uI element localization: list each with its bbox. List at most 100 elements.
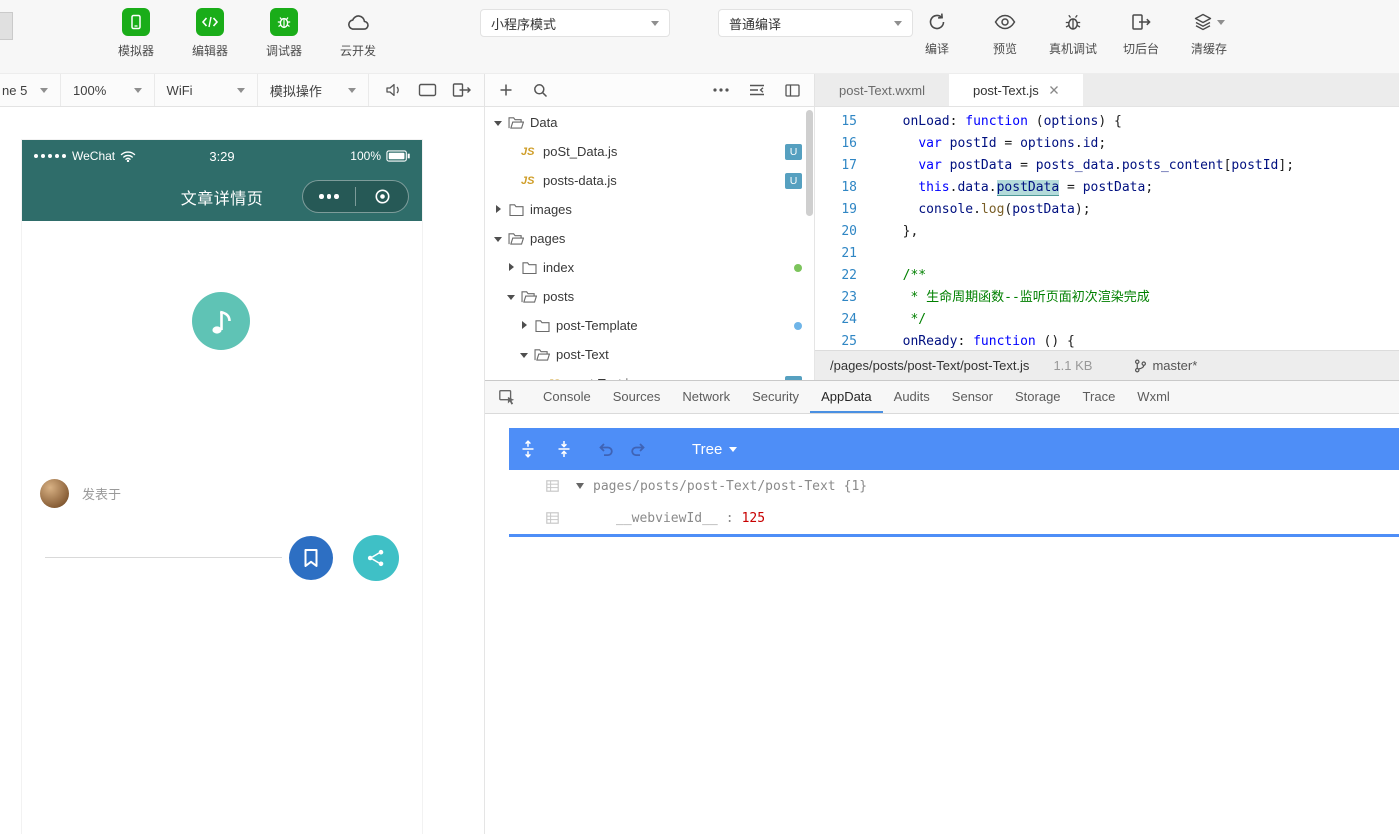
more-icon[interactable] bbox=[713, 88, 729, 92]
expand-arrow-icon[interactable] bbox=[504, 289, 519, 304]
chevron-down-icon bbox=[729, 446, 738, 452]
zoom-select[interactable]: 100% bbox=[61, 74, 155, 106]
compile-button[interactable]: 编译 bbox=[913, 10, 961, 57]
chevron-down-icon bbox=[133, 87, 142, 93]
js-file-icon: JS bbox=[521, 174, 535, 187]
screen-icon[interactable] bbox=[418, 82, 437, 98]
expand-arrow-icon[interactable] bbox=[576, 483, 584, 489]
tree-item-label: images bbox=[530, 202, 572, 217]
search-icon[interactable] bbox=[533, 83, 548, 98]
code-line: * 生命周期函数--监听页面初次渲染完成 bbox=[887, 290, 1150, 305]
secondary-toolbar: ne 5 100% WiFi 模拟操作 post-Text.wxml post-… bbox=[0, 73, 1399, 107]
device-select-value: ne 5 bbox=[2, 82, 28, 98]
capsule-menu bbox=[302, 180, 409, 213]
tab-label: post-Text.js bbox=[972, 82, 1039, 98]
devtools-tab-security[interactable]: Security bbox=[741, 381, 810, 413]
devtools-tab-sources[interactable]: Sources bbox=[602, 381, 672, 413]
device-bar: ne 5 100% WiFi 模拟操作 bbox=[0, 74, 485, 106]
tree-item[interactable]: JS posts-data.js U bbox=[485, 166, 814, 195]
expand-arrow-icon[interactable] bbox=[517, 318, 532, 333]
expand-arrow-icon[interactable] bbox=[517, 347, 532, 362]
collapse-all-arrows-icon[interactable] bbox=[557, 440, 571, 458]
git-branch-indicator[interactable]: master* bbox=[1134, 358, 1197, 373]
tree-item-label: posts-data.js bbox=[543, 173, 617, 188]
tree-item[interactable]: posts bbox=[485, 282, 814, 311]
phone-status-bar: WeChat 3:29 100% bbox=[22, 140, 422, 172]
appdata-toolbar: Tree bbox=[509, 428, 1399, 470]
appdata-root-row[interactable]: pages/posts/post-Text/post-Text {1} bbox=[509, 470, 1399, 502]
expand-arrow-icon[interactable] bbox=[491, 202, 506, 217]
collapse-all-icon[interactable] bbox=[749, 83, 765, 97]
tree-item-label: poSt_Data.js bbox=[543, 144, 618, 159]
clear-cache-button[interactable]: 清缓存 bbox=[1185, 10, 1233, 57]
devtools-tab-sensor[interactable]: Sensor bbox=[941, 381, 1004, 413]
simulator-phone-icon bbox=[122, 8, 150, 36]
devtools-tab-storage[interactable]: Storage bbox=[1004, 381, 1072, 413]
new-file-plus-icon[interactable] bbox=[499, 83, 513, 97]
expand-arrow-icon[interactable] bbox=[504, 260, 519, 275]
remote-debug-button[interactable]: 真机调试 bbox=[1049, 10, 1097, 57]
share-button[interactable] bbox=[353, 535, 399, 581]
inspect-element-icon[interactable] bbox=[498, 388, 516, 406]
tree-item[interactable]: pages bbox=[485, 224, 814, 253]
preview-label: 预览 bbox=[992, 42, 1017, 56]
cloud-dev-button[interactable]: 云开发 bbox=[330, 8, 386, 59]
undo-icon[interactable] bbox=[597, 441, 615, 457]
compile-mode-select[interactable]: 普通编译 bbox=[718, 9, 913, 37]
tab-post-text-wxml[interactable]: post-Text.wxml bbox=[815, 74, 949, 106]
simulate-action-value: 模拟操作 bbox=[269, 83, 322, 99]
code-area[interactable]: 15 16 17 18 19 20 21 22 23 24 25 onLoad: function … bbox=[815, 107, 1399, 350]
tree-item[interactable]: post-Template bbox=[485, 311, 814, 340]
view-mode-select[interactable]: Tree bbox=[692, 441, 738, 458]
preview-button[interactable]: 预览 bbox=[981, 10, 1029, 57]
bug-icon bbox=[270, 8, 298, 36]
undock-window-icon[interactable] bbox=[452, 82, 472, 98]
layers-icon bbox=[1193, 10, 1226, 34]
device-select[interactable]: ne 5 bbox=[0, 74, 62, 106]
mode-select[interactable]: 小程序模式 bbox=[480, 9, 670, 37]
tree-item[interactable]: images bbox=[485, 195, 814, 224]
tree-item[interactable]: JS poSt_Data.js U bbox=[485, 137, 814, 166]
editor-toggle-button[interactable]: 编辑器 bbox=[182, 8, 238, 59]
tab-post-text-js[interactable]: post-Text.js bbox=[948, 74, 1083, 106]
appdata-entry-row[interactable]: __webviewId__ : 125 bbox=[509, 502, 1399, 534]
content-divider bbox=[45, 557, 282, 558]
simulator-toggle-button[interactable]: 模拟器 bbox=[108, 8, 164, 59]
devtools-tab-trace[interactable]: Trace bbox=[1072, 381, 1127, 413]
zoom-select-value: 100% bbox=[73, 82, 107, 98]
tree-item-label: pages bbox=[530, 231, 566, 246]
remote-debug-label: 真机调试 bbox=[1049, 42, 1098, 56]
close-icon[interactable] bbox=[1049, 85, 1059, 95]
battery-percent-label: 100% bbox=[350, 149, 381, 163]
debugger-toggle-button[interactable]: 调试器 bbox=[256, 8, 312, 59]
simulate-action-select[interactable]: 模拟操作 bbox=[258, 74, 369, 106]
tree-item-meta bbox=[794, 263, 814, 272]
devtools-tab-wxml[interactable]: Wxml bbox=[1126, 381, 1181, 413]
tree-item[interactable]: JS post-Text.js U bbox=[485, 369, 814, 380]
tree-item[interactable]: post-Text bbox=[485, 340, 814, 369]
devtools-tab-appdata[interactable]: AppData bbox=[810, 381, 883, 413]
mute-speaker-icon[interactable] bbox=[385, 82, 403, 98]
expand-arrow-icon[interactable] bbox=[491, 231, 506, 246]
file-tree-scrollbar[interactable] bbox=[806, 110, 813, 216]
network-select[interactable]: WiFi bbox=[155, 74, 258, 106]
split-panel-icon[interactable] bbox=[785, 83, 800, 97]
line-number: 24 bbox=[841, 312, 857, 327]
redo-icon[interactable] bbox=[629, 441, 647, 457]
exit-miniprogram-button[interactable] bbox=[356, 181, 408, 212]
expand-all-icon[interactable] bbox=[521, 440, 535, 458]
line-number: 18 bbox=[841, 180, 857, 195]
tree-item[interactable]: index bbox=[485, 253, 814, 282]
bookmark-button[interactable] bbox=[289, 536, 333, 580]
switch-background-button[interactable]: 切后台 bbox=[1117, 10, 1165, 57]
tree-item[interactable]: Data bbox=[485, 108, 814, 137]
compile-select-value: 普通编译 bbox=[729, 16, 782, 32]
devtools-tab-network[interactable]: Network bbox=[671, 381, 741, 413]
devtools-tab-console[interactable]: Console bbox=[532, 381, 602, 413]
chevron-down-icon bbox=[40, 87, 49, 93]
git-untracked-badge: U bbox=[785, 143, 802, 160]
devtools-tab-audits[interactable]: Audits bbox=[883, 381, 941, 413]
git-untracked-badge: U bbox=[785, 375, 802, 380]
more-options-button[interactable] bbox=[303, 181, 355, 212]
expand-arrow-icon[interactable] bbox=[491, 115, 506, 130]
